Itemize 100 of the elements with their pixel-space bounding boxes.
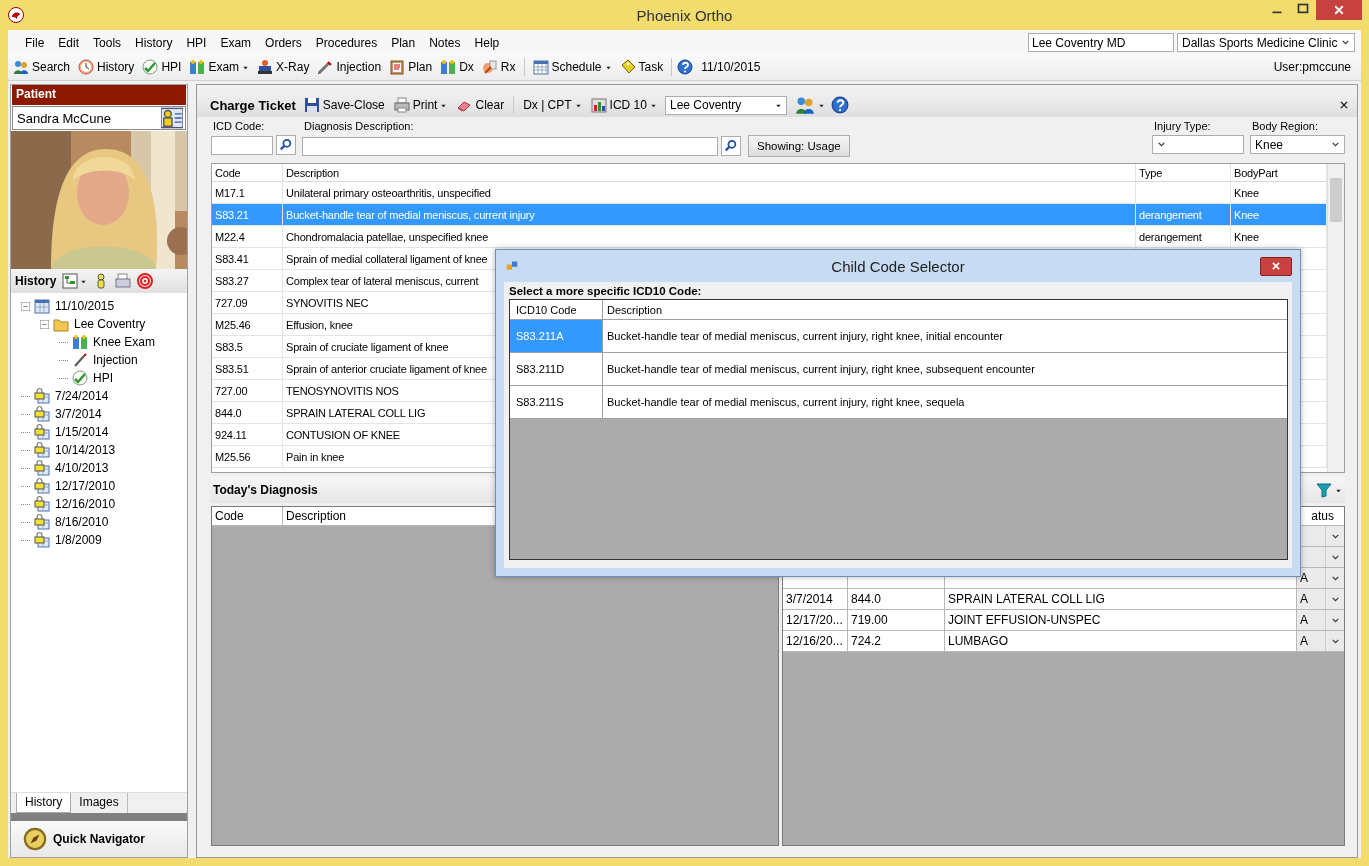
toolbar-button[interactable]: Print [390, 96, 451, 114]
toolbar-button[interactable]: Dx [437, 58, 477, 76]
provider-field[interactable]: Lee Coventry MD [1028, 33, 1174, 52]
tree-item[interactable]: Knee Exam [92, 335, 157, 349]
table-cell: 844.0 [848, 589, 945, 609]
toolbar-button[interactable]: X-Ray [254, 58, 313, 76]
input-field[interactable] [302, 136, 718, 156]
menu-item[interactable]: File [18, 35, 52, 50]
injury-type-select[interactable] [1152, 135, 1244, 154]
table-cell[interactable]: S83.211D [510, 353, 603, 385]
menu-item[interactable]: Help [467, 35, 507, 50]
tree-item[interactable]: 7/24/2014 [54, 389, 110, 403]
clinic-select[interactable]: Dallas Sports Medicine Clinic [1177, 33, 1355, 52]
chevron-icon [1341, 38, 1350, 47]
toolbar-button[interactable]: Clear [453, 96, 508, 114]
help-icon[interactable] [677, 59, 694, 75]
tab[interactable]: History [16, 793, 72, 813]
menu-item[interactable]: Plan [384, 35, 423, 50]
toolbar-button[interactable]: Search [10, 58, 74, 76]
pen-icon [72, 352, 88, 368]
menu-item[interactable]: Edit [51, 35, 87, 50]
scrollbar[interactable] [1327, 164, 1344, 472]
table-row[interactable]: M22.4 Chondromalacia patellae, unspecified knee derangement Knee [212, 226, 1327, 248]
collapse-icon[interactable] [21, 301, 30, 311]
column-header[interactable]: Code [212, 164, 283, 181]
close-icon[interactable] [1339, 100, 1349, 110]
check-circle-icon [72, 370, 88, 386]
toolbar-button[interactable]: HPI [139, 58, 185, 76]
status-select[interactable]: A [1297, 610, 1344, 630]
tree-item[interactable]: Lee Coventry [73, 317, 147, 331]
column-header[interactable]: Description [283, 164, 1136, 181]
tree-item[interactable]: 1/8/2009 [54, 533, 103, 547]
status-select[interactable]: A [1297, 589, 1344, 609]
tree-item[interactable]: 10/14/2013 [54, 443, 117, 457]
locked-calendar-icon [34, 424, 50, 440]
patient-name-field: Sandra McCune [12, 106, 186, 130]
column-header[interactable]: Type [1136, 164, 1231, 181]
menu-item[interactable]: Exam [213, 35, 259, 50]
fax-machine-icon[interactable] [115, 273, 132, 289]
status-select[interactable]: A [1297, 568, 1344, 588]
user-label: User:pmccune [1273, 60, 1351, 74]
tree-item[interactable]: 4/10/2013 [54, 461, 110, 475]
menu-item[interactable]: Notes [422, 35, 468, 50]
pill-bottle-icon [481, 59, 498, 75]
close-button[interactable] [1260, 256, 1292, 276]
input-field[interactable] [211, 135, 273, 155]
locked-calendar-icon [34, 406, 50, 422]
body-region-select[interactable]: Knee [1250, 135, 1345, 154]
tree-item[interactable]: 3/7/2014 [54, 407, 103, 421]
calendar-icon [34, 298, 50, 314]
toolbar-button[interactable]: Schedule [529, 58, 615, 76]
check-circle-icon [142, 59, 159, 75]
locked-calendar-icon [34, 514, 50, 530]
table-cell[interactable]: Bucket-handle tear of medial meniscus, current injury, right knee, initial encounter [603, 320, 1287, 352]
spiral-icon[interactable] [137, 273, 154, 289]
app-logo-icon [8, 7, 24, 23]
toolbar-button[interactable]: Plan [386, 58, 436, 76]
menu-item[interactable]: Orders [258, 35, 309, 50]
clock-icon [78, 59, 95, 75]
toolbar-button[interactable]: Dx | CPT [520, 97, 585, 113]
toolbar-button[interactable]: Injection [314, 58, 385, 76]
menu-item[interactable]: Tools [86, 35, 129, 50]
tree-item[interactable]: 12/17/2010 [54, 479, 117, 493]
column-header[interactable]: ICD10 Code [510, 300, 603, 319]
provider-select[interactable]: Lee Coventry [664, 95, 787, 115]
toolbar-button[interactable]: ICD 10 [587, 96, 660, 114]
tree-item[interactable]: 11/10/2015 [54, 299, 116, 313]
column-header[interactable]: Code [212, 507, 283, 525]
tree-item[interactable]: 1/15/2014 [54, 425, 110, 439]
status-select[interactable]: A [1297, 631, 1344, 651]
tree-view-icon[interactable] [62, 273, 79, 289]
search-button[interactable] [276, 135, 296, 155]
tree-item[interactable]: HPI [92, 371, 114, 385]
column-header[interactable]: Description [603, 300, 1287, 319]
collapse-icon[interactable] [40, 319, 49, 329]
tree-item[interactable]: Injection [92, 353, 139, 367]
showing-button[interactable]: Showing: Usage [748, 135, 850, 157]
toolbar-button[interactable]: Save-Close [300, 96, 388, 114]
window-icon [506, 260, 518, 272]
toolbar-button[interactable]: Exam [186, 58, 253, 76]
contact-card-icon[interactable] [161, 107, 183, 129]
toolbar-button[interactable]: History [75, 58, 138, 76]
table-cell[interactable]: Bucket-handle tear of medial meniscus, current injury, right knee, subsequent encounter [603, 353, 1287, 385]
help-icon[interactable] [830, 96, 849, 114]
people-icon [13, 59, 29, 75]
menu-item[interactable]: HPI [179, 35, 214, 50]
tree-item[interactable]: 12/16/2010 [54, 497, 117, 511]
toolbar-button[interactable]: Task [616, 58, 667, 76]
menu-item[interactable]: Procedures [308, 35, 385, 50]
tree-item[interactable]: 8/16/2010 [54, 515, 110, 529]
menu-item[interactable]: History [128, 35, 180, 50]
toolbar-button[interactable]: Rx [478, 58, 519, 76]
table-cell[interactable]: S83.211S [510, 386, 603, 418]
table-cell[interactable]: Bucket-handle tear of medial meniscus, current injury, right knee, sequela [603, 386, 1287, 418]
search-button[interactable] [721, 136, 741, 156]
close-button[interactable] [1316, 0, 1362, 20]
quick-navigator-button[interactable]: Quick Navigator [11, 821, 187, 857]
filter-icon [1316, 482, 1332, 498]
table-cell: 724.2 [848, 631, 945, 651]
printer-icon [393, 97, 410, 113]
